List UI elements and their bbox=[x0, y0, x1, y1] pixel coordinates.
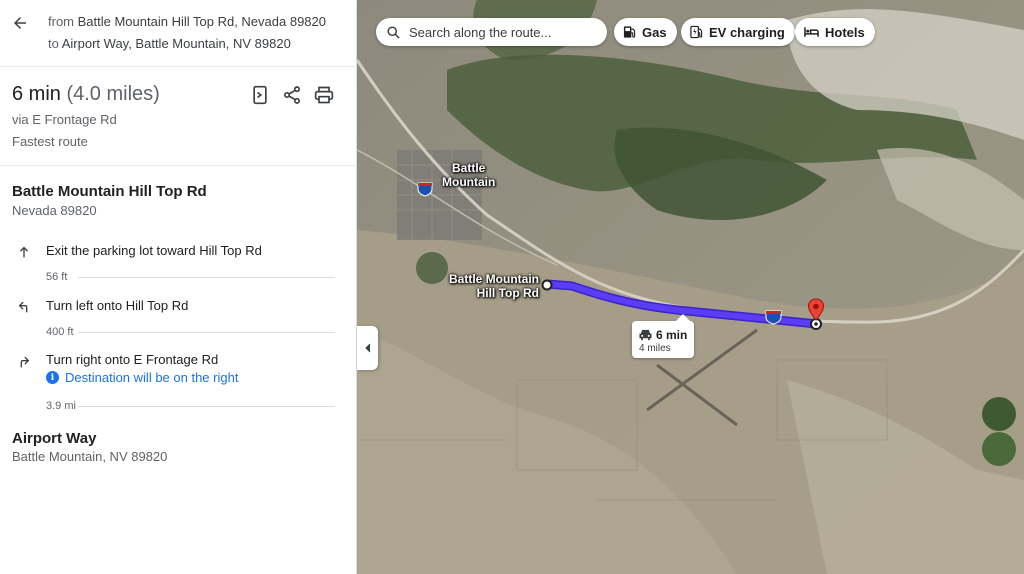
destination-line[interactable]: to Airport Way, Battle Mountain, NV 8982… bbox=[48, 36, 291, 51]
start-location-label[interactable]: Battle Mountain Hill Top Rd bbox=[449, 272, 539, 300]
search-input[interactable] bbox=[409, 24, 599, 40]
end-place-title[interactable]: Airport Way bbox=[12, 430, 96, 447]
chip-hotels-label: Hotels bbox=[825, 24, 865, 40]
step-3-icon-wrap bbox=[14, 352, 34, 372]
town-label-line-1: Battle bbox=[451, 161, 486, 175]
callout-time: 6 min bbox=[656, 328, 688, 342]
chip-hotels[interactable]: Hotels bbox=[795, 18, 875, 46]
arrow-up-icon bbox=[20, 246, 28, 258]
step-1-divider bbox=[78, 277, 335, 278]
route-duration: 6 min (4.0 miles) bbox=[12, 83, 160, 106]
interstate-shield-route bbox=[765, 309, 782, 325]
search-icon bbox=[387, 25, 400, 39]
route-note: Fastest route bbox=[12, 134, 88, 149]
town-label-line-2: Mountain bbox=[442, 175, 496, 189]
destination-pin-icon[interactable] bbox=[807, 298, 825, 322]
info-icon: i bbox=[46, 371, 59, 384]
chip-ev-charging[interactable]: EV charging bbox=[681, 18, 795, 46]
start-place-subtitle: Nevada 89820 bbox=[12, 203, 97, 218]
chip-gas-label: Gas bbox=[642, 24, 667, 40]
step-2-text[interactable]: Turn left onto Hill Top Rd bbox=[46, 298, 188, 313]
print-button[interactable] bbox=[312, 83, 336, 107]
directions-panel: from Battle Mountain Hill Top Rd, Nevada… bbox=[0, 0, 357, 574]
town-label[interactable]: Battle Mountain bbox=[442, 161, 495, 189]
end-place-subtitle: Battle Mountain, NV 89820 bbox=[12, 449, 168, 464]
callout-distance: 4 miles bbox=[639, 343, 671, 354]
interstate-shield-town bbox=[417, 181, 433, 197]
send-to-phone-icon bbox=[253, 85, 267, 105]
print-icon bbox=[314, 86, 334, 104]
step-1-text[interactable]: Exit the parking lot toward Hill Top Rd bbox=[46, 243, 262, 258]
step-2-divider bbox=[78, 332, 335, 333]
start-place-title[interactable]: Battle Mountain Hill Top Rd bbox=[12, 183, 207, 200]
back-button[interactable] bbox=[9, 12, 31, 34]
step-3-distance: 3.9 mi bbox=[46, 400, 76, 412]
chevron-left-icon bbox=[364, 343, 370, 353]
interstate-shield-icon bbox=[765, 310, 782, 325]
search-along-route[interactable] bbox=[376, 18, 607, 46]
share-icon bbox=[284, 86, 300, 104]
chip-gas[interactable]: Gas bbox=[614, 18, 677, 46]
share-button[interactable] bbox=[280, 83, 304, 107]
destination-side-note: i Destination will be on the right bbox=[46, 370, 238, 385]
route-summary: 6 min (4.0 miles) via E Frontage Rd Fast… bbox=[0, 68, 357, 166]
gas-station-icon bbox=[623, 26, 636, 38]
step-2-distance: 400 ft bbox=[46, 326, 74, 338]
step-1-icon-wrap bbox=[14, 242, 34, 262]
step-2-icon-wrap bbox=[14, 297, 34, 317]
hotel-bed-icon bbox=[804, 27, 819, 37]
collapse-panel-button[interactable] bbox=[357, 326, 378, 370]
step-1-distance: 56 ft bbox=[46, 271, 68, 283]
interstate-shield-icon bbox=[417, 182, 433, 197]
send-to-phone-button[interactable] bbox=[248, 83, 272, 107]
destination-prefix: to bbox=[48, 36, 59, 51]
directions-header: from Battle Mountain Hill Top Rd, Nevada… bbox=[0, 0, 357, 67]
route-duration-callout[interactable]: 6 min 4 miles bbox=[632, 314, 694, 358]
start-label-line-2: Hill Top Rd bbox=[476, 286, 539, 300]
origin-prefix: from bbox=[48, 14, 74, 29]
destination-address: Airport Way, Battle Mountain, NV 89820 bbox=[61, 36, 291, 51]
arrow-back-icon bbox=[14, 17, 26, 29]
turn-left-icon bbox=[18, 301, 28, 313]
destination-side-text: Destination will be on the right bbox=[65, 370, 239, 385]
duration-text: 6 min bbox=[12, 83, 61, 105]
ev-charging-icon bbox=[690, 25, 703, 39]
step-3-divider bbox=[78, 406, 335, 407]
step-3-text[interactable]: Turn right onto E Frontage Rd bbox=[46, 352, 218, 367]
distance-text: (4.0 miles) bbox=[66, 83, 160, 105]
car-icon bbox=[639, 329, 652, 341]
origin-line[interactable]: from Battle Mountain Hill Top Rd, Nevada… bbox=[48, 14, 326, 29]
origin-address: Battle Mountain Hill Top Rd, Nevada 8982… bbox=[77, 14, 326, 29]
turn-right-icon bbox=[20, 356, 30, 368]
route-via: via E Frontage Rd bbox=[12, 112, 117, 127]
start-label-line-1: Battle Mountain bbox=[449, 272, 539, 286]
chip-ev-label: EV charging bbox=[709, 24, 785, 40]
